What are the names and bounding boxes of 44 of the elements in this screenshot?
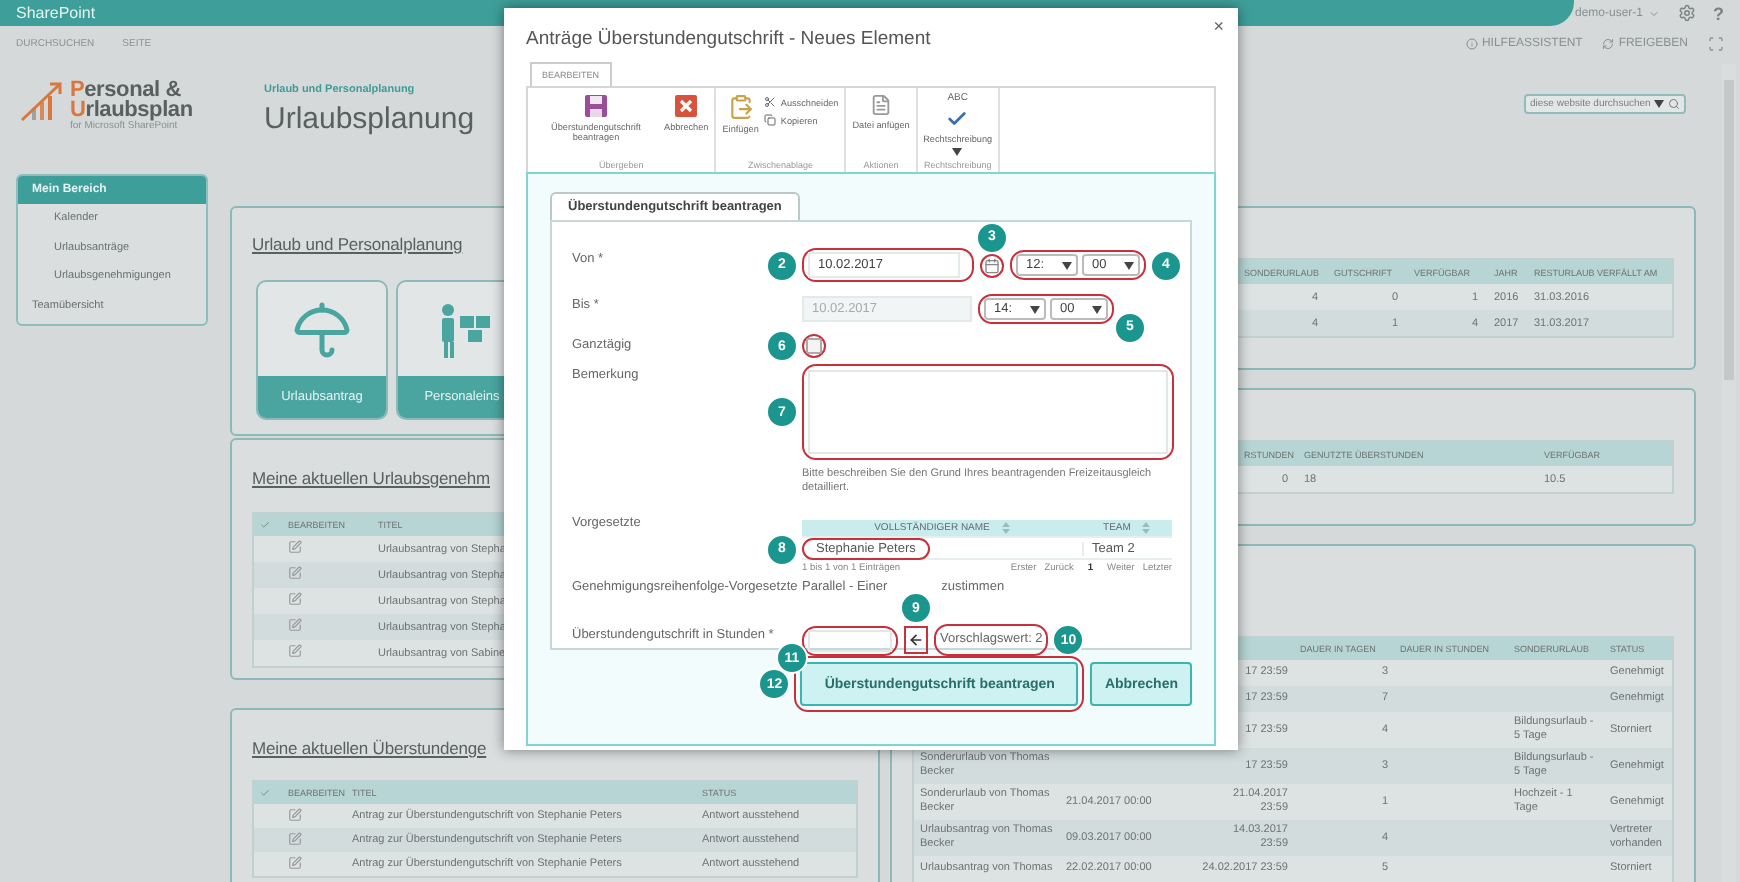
- edit-icon[interactable]: [288, 855, 302, 869]
- logo-text: Urlaubsplan: [70, 100, 193, 120]
- sort-icon: [1001, 522, 1010, 534]
- panel-title: Urlaub und Personalplanung: [252, 234, 463, 254]
- caret-icon: [1062, 261, 1072, 269]
- dialog-title: Anträge Überstundengutschrift - Neues Element: [526, 28, 933, 54]
- brand-name: SharePoint: [16, 4, 96, 22]
- caret-icon: [1654, 100, 1664, 108]
- check-icon: [260, 787, 270, 797]
- share-icon: [1602, 37, 1615, 49]
- logo-text: Personal &: [70, 80, 181, 100]
- panel-title: Meine aktuellen Urlaubsgenehm: [252, 468, 491, 488]
- edit-icon[interactable]: [288, 807, 302, 821]
- save-icon: [584, 94, 608, 118]
- umbrella-icon: [292, 299, 352, 359]
- logo-icon: [20, 80, 68, 124]
- clipboard-icon: [727, 94, 754, 120]
- hours-field[interactable]: [808, 629, 892, 651]
- edit-icon[interactable]: [288, 566, 302, 580]
- caret-icon: [1647, 7, 1659, 19]
- copy-suggestion-button[interactable]: [904, 626, 928, 654]
- info-icon: [1465, 37, 1478, 49]
- caret-icon: [952, 148, 963, 156]
- settings-icon[interactable]: [1677, 4, 1695, 22]
- panel-title: Meine aktuellen Überstundenge: [252, 738, 487, 758]
- close-button[interactable]: ×: [1213, 16, 1224, 36]
- edit-icon[interactable]: [288, 618, 302, 632]
- edit-icon[interactable]: [288, 831, 302, 845]
- close-icon: [674, 94, 699, 118]
- edit-icon[interactable]: [288, 644, 302, 658]
- help-button[interactable]: ?: [1713, 3, 1724, 23]
- edit-icon[interactable]: [288, 592, 302, 606]
- scissors-icon: [764, 96, 777, 108]
- document-icon: [870, 94, 893, 116]
- focus-icon[interactable]: [1708, 35, 1724, 51]
- edit-icon[interactable]: [288, 540, 302, 554]
- page-title: Urlaubsplanung: [264, 102, 475, 136]
- caret-icon: [1124, 261, 1134, 269]
- check-icon: [260, 519, 270, 529]
- copy-icon: [764, 114, 777, 126]
- sort-icon: [1142, 522, 1151, 534]
- search-icon[interactable]: [1668, 98, 1680, 110]
- arrow-left-icon: [908, 632, 924, 648]
- check-icon: [946, 108, 969, 130]
